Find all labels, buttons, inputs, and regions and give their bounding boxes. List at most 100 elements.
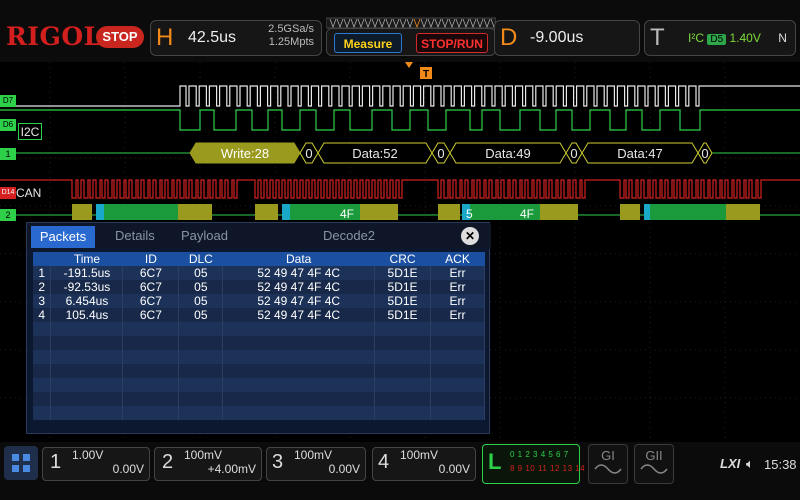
can-decode-field[interactable] (255, 204, 278, 220)
can-decode-field[interactable] (360, 204, 398, 220)
column-header[interactable]: Time (50, 252, 123, 266)
can-decode-field[interactable] (178, 204, 212, 220)
bus1-label[interactable]: 1 (0, 148, 16, 160)
column-header[interactable]: ACK (430, 252, 485, 266)
i2c-decode-text: 0 (570, 146, 577, 161)
table-cell (222, 378, 376, 392)
ch3-offset: 0.00V (328, 462, 360, 476)
table-row[interactable] (33, 392, 485, 406)
event-table-panel[interactable]: Packets Details Payload Decode2 ✕ Time ID… (26, 222, 491, 434)
d7-label[interactable]: D7 (0, 95, 16, 107)
sample-info: 2.5GSa/s 1.25Mpts (242, 23, 314, 49)
i2c-decode-text: 0 (437, 146, 444, 161)
generator2-button[interactable]: GII (634, 444, 674, 484)
table-cell: 6C7 (122, 280, 180, 294)
table-cell: 6C7 (122, 308, 180, 322)
measure-button[interactable]: Measure (334, 33, 402, 53)
table-cell (33, 336, 52, 350)
column-header[interactable]: CRC (374, 252, 431, 266)
table-row[interactable]: 3 6.454us 6C7 05 52 49 47 4F 4C 5D1E Err (33, 294, 485, 308)
table-cell (374, 336, 432, 350)
ch2-offset: +4.00mV (207, 462, 256, 476)
column-header[interactable] (33, 252, 51, 266)
generator1-label: GI (601, 448, 615, 463)
trigger-type: I²C (688, 31, 704, 45)
table-cell (122, 336, 180, 350)
table-row[interactable] (33, 378, 485, 392)
delay-value: -9.00us (530, 29, 584, 46)
d6-label[interactable]: D6 (0, 119, 16, 131)
table-row[interactable]: 2 -92.53us 6C7 05 52 49 47 4F 4C 5D1E Err (33, 280, 485, 294)
table-row[interactable] (33, 322, 485, 336)
column-header[interactable]: DLC (178, 252, 223, 266)
table-cell (33, 364, 52, 378)
speaker-icon[interactable]: 🔈︎ (746, 456, 754, 472)
table-row[interactable] (33, 364, 485, 378)
table-cell (122, 378, 180, 392)
tab-details[interactable]: Details (115, 228, 155, 243)
tab-packets[interactable]: Packets (31, 226, 95, 248)
clock: 15:38 (764, 457, 797, 472)
tab-decode2[interactable]: Decode2 (323, 228, 375, 243)
tab-payload[interactable]: Payload (181, 228, 228, 243)
can-decode-field[interactable] (104, 204, 178, 220)
table-cell: 52 49 47 4F 4C (222, 308, 376, 322)
table-row[interactable] (33, 350, 485, 364)
table-cell: 05 (178, 266, 224, 280)
ch3-scale: 100mV (294, 448, 333, 462)
can-decode-field[interactable] (644, 204, 650, 220)
table-cell (33, 406, 52, 420)
stop-run-button[interactable]: STOP/RUN (416, 33, 488, 53)
table-cell: 52 49 47 4F 4C (222, 280, 376, 294)
i2c-bus-label[interactable]: I2C (18, 123, 42, 140)
table-cell (374, 392, 432, 406)
can-decode-field[interactable] (438, 204, 460, 220)
can-decode-field[interactable] (72, 204, 92, 220)
can-decode-field[interactable] (96, 204, 104, 220)
can-bus-label[interactable]: CAN (16, 186, 41, 200)
can-trace (0, 179, 800, 199)
can-decode-field[interactable] (620, 204, 640, 220)
table-cell (178, 392, 224, 406)
table-cell: -191.5us (50, 266, 124, 280)
can-decode-field[interactable] (282, 204, 290, 220)
can-decode-field[interactable] (650, 204, 726, 220)
la-channels-high: 8 9 10 11 12 13 14 15 (510, 464, 598, 473)
trigger-mode: N (778, 31, 787, 45)
table-cell: 5D1E (374, 294, 432, 308)
table-cell (178, 364, 224, 378)
run-state-badge[interactable]: STOP (96, 26, 144, 48)
table-row[interactable]: 1 -191.5us 6C7 05 52 49 47 4F 4C 5D1E Err (33, 266, 485, 280)
table-cell (33, 392, 52, 406)
trigger-source: D5 (707, 34, 727, 45)
table-cell (33, 378, 52, 392)
column-header[interactable]: ID (122, 252, 179, 266)
i2c-decode-text: Write:28 (221, 146, 269, 161)
table-cell (430, 378, 485, 392)
table-cell: Err (430, 294, 485, 308)
bus2-label[interactable]: 2 (0, 209, 16, 221)
i2c-decode-text: Data:52 (352, 146, 398, 161)
table-cell (122, 322, 180, 336)
table-cell (122, 350, 180, 364)
ch4-offset: 0.00V (438, 462, 470, 476)
can-decode-field[interactable] (540, 204, 578, 220)
can-decode-field[interactable] (726, 204, 760, 220)
ch1-number: 1 (50, 451, 62, 473)
sine-icon (594, 464, 622, 474)
generator1-button[interactable]: GI (588, 444, 628, 484)
trigger-position-marker[interactable] (405, 62, 413, 68)
ch2-values: 100mV +4.00mV (180, 448, 256, 476)
table-row[interactable] (33, 406, 485, 420)
table-header: Time ID DLC Data CRC ACK (33, 252, 485, 266)
table-row[interactable] (33, 336, 485, 350)
close-icon[interactable]: ✕ (461, 227, 479, 245)
table-row[interactable]: 4 105.4us 6C7 05 52 49 47 4F 4C 5D1E Err (33, 308, 485, 322)
home-menu-icon[interactable] (4, 446, 38, 480)
ch4-scale: 100mV (400, 448, 439, 462)
table-cell (50, 392, 124, 406)
table-cell (374, 406, 432, 420)
column-header[interactable]: Data (222, 252, 375, 266)
rigol-logo: RIGOL (6, 22, 102, 51)
d14-label[interactable]: D14 (0, 187, 16, 199)
